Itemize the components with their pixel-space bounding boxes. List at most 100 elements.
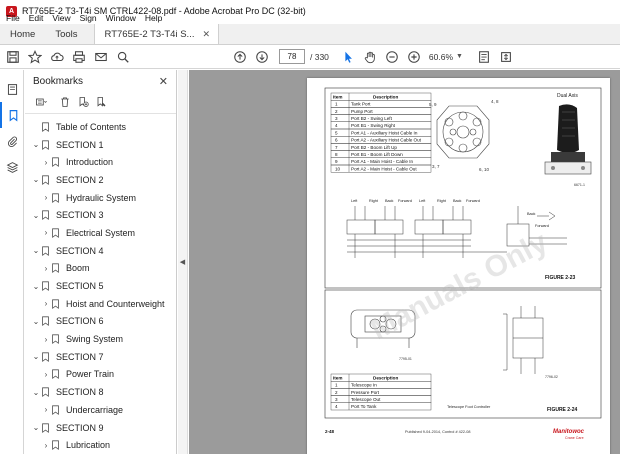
chevron-down-icon[interactable]: ⌄ [31,140,41,149]
bookmark-label: Lubrication [66,440,111,451]
menu-help[interactable]: Help [145,13,162,23]
menu-window[interactable]: Window [106,13,136,23]
table-cell: Port B1 - Boom Lift Down [351,152,403,157]
chevron-down-icon[interactable]: ⌄ [31,423,41,432]
bookmark-item[interactable]: ⌄ SECTION 2 [25,171,176,189]
new-bookmark-icon[interactable] [77,96,89,110]
options-menu-icon[interactable] [33,96,49,110]
bookmark-item[interactable]: ⌄ SECTION 7 [25,348,176,366]
bookmark-label: Power Train [66,369,115,380]
table-cell: 3 [335,116,338,121]
chevron-right-icon[interactable]: › [41,441,51,450]
paperclip-icon[interactable] [0,128,24,154]
bookmark-item[interactable]: › Boom [25,260,176,278]
tab-home[interactable]: Home [0,24,45,44]
upload-cloud-icon[interactable] [46,46,68,68]
close-icon[interactable]: ✕ [202,29,210,40]
select-cursor-icon[interactable] [337,46,359,68]
arrow-up-circle-icon[interactable] [229,46,251,68]
mail-icon[interactable] [90,46,112,68]
chevron-down-icon[interactable]: ⌄ [31,211,41,220]
bookmark-icon[interactable] [0,102,24,128]
zoom-out-icon[interactable] [381,46,403,68]
bookmarks-toolbar [25,92,176,114]
chevron-down-icon[interactable]: ⌄ [31,246,41,255]
chevron-down-icon[interactable]: ⌄ [31,317,41,326]
table-cell: Pressure Port [351,390,380,395]
bookmark-item[interactable]: ⌄ SECTION 1 [25,136,176,154]
menu-file[interactable]: File [6,13,20,23]
bookmark-item[interactable]: ⌄ SECTION 6 [25,313,176,331]
layers-icon[interactable] [0,154,24,180]
zoom-in-icon[interactable] [403,46,425,68]
close-icon[interactable]: ✕ [159,75,168,88]
chevron-left-icon: ◀ [179,259,186,266]
bookmark-item[interactable]: › Lubrication [25,436,176,454]
hand-tool-icon[interactable] [359,46,381,68]
bookmark-item[interactable]: ⌄ SECTION 3 [25,206,176,224]
menu-view[interactable]: View [52,13,70,23]
tab-tools[interactable]: Tools [45,24,87,44]
bookmark-item[interactable]: › Hydraulic System [25,189,176,207]
chevron-down-icon[interactable]: ⌄ [31,282,41,291]
page-number-input[interactable]: 78 [279,49,305,64]
menu-sign[interactable]: Sign [80,13,97,23]
bookmark-item[interactable]: ⌄ SECTION 8 [25,383,176,401]
chevron-right-icon[interactable]: › [41,193,51,202]
bookmark-flag-icon [52,299,59,309]
arrow-down-circle-icon[interactable] [251,46,273,68]
watermark: Manuals Only [365,226,553,347]
bookmark-item[interactable]: › Introduction [25,153,176,171]
chevron-down-icon[interactable]: ⌄ [31,352,41,361]
print-icon[interactable] [68,46,90,68]
bookmarks-title: Bookmarks [33,75,84,87]
chevron-down-icon[interactable]: ⌄ [31,388,41,397]
bookmark-label: Introduction [66,157,114,168]
zoom-level-dropdown[interactable]: 60.6% [429,52,453,62]
search-icon[interactable] [112,46,134,68]
tab-document[interactable]: RT765E-2 T3-T4i S... ✕ [93,24,220,44]
table-cell: Telescope In [351,383,377,388]
chevron-down-icon[interactable]: ⌄ [31,175,41,184]
collapse-panel-handle[interactable]: ◀ [178,70,188,454]
table-header-cell: Description [373,94,398,99]
menu-edit[interactable]: Edit [29,13,44,23]
bookmarks-panel: Bookmarks ✕ Table of Contents ⌄ SECTION 1 ›… [25,70,177,454]
table-cell: 10 [335,166,341,171]
star-icon[interactable] [24,46,46,68]
bookmark-item[interactable]: › Undercarriage [25,401,176,419]
scroll-mode-icon[interactable] [495,46,517,68]
fit-page-icon[interactable] [473,46,495,68]
bookmark-flag-icon [42,387,49,398]
bookmarks-header: Bookmarks ✕ [25,70,176,92]
page-thumbnails-icon[interactable] [0,76,24,102]
chevron-right-icon[interactable]: › [41,335,51,344]
bookmark-item[interactable]: › Swing System [25,330,176,348]
trash-icon[interactable] [59,96,71,110]
bookmark-item[interactable]: Table of Contents [25,118,176,136]
chevron-right-icon[interactable]: › [41,405,51,414]
bookmark-properties-icon[interactable] [95,96,107,110]
bookmark-item[interactable]: ⌄ SECTION 4 [25,242,176,260]
chevron-right-icon[interactable]: › [41,264,51,273]
bookmark-label: SECTION 6 [56,316,104,327]
table-cell: 8 [335,152,338,157]
bookmark-item[interactable]: ⌄ SECTION 5 [25,277,176,295]
table-cell: Tank Port [351,102,371,107]
chevron-right-icon[interactable]: › [41,228,51,237]
document-viewer[interactable]: Item Description 1 Tank Port 2 Pump Port 3 Port… [189,70,620,454]
bookmark-item[interactable]: › Electrical System [25,224,176,242]
chevron-right-icon[interactable]: › [41,299,51,308]
bookmark-item[interactable]: ⌄ SECTION 9 [25,419,176,437]
chevron-right-icon[interactable]: › [41,370,51,379]
bookmark-item[interactable]: › Hoist and Counterweight [25,295,176,313]
bookmark-flag-icon [52,157,59,168]
table-row [330,100,432,108]
chevron-right-icon[interactable]: › [41,158,51,167]
footer-page-number: 2-48 [325,429,335,434]
svg-text:Back: Back [385,199,394,203]
chevron-down-icon[interactable]: ▼ [456,53,463,60]
table-cell: 5 [335,130,338,135]
bookmark-item[interactable]: › Power Train [25,366,176,384]
save-icon[interactable] [2,46,24,68]
